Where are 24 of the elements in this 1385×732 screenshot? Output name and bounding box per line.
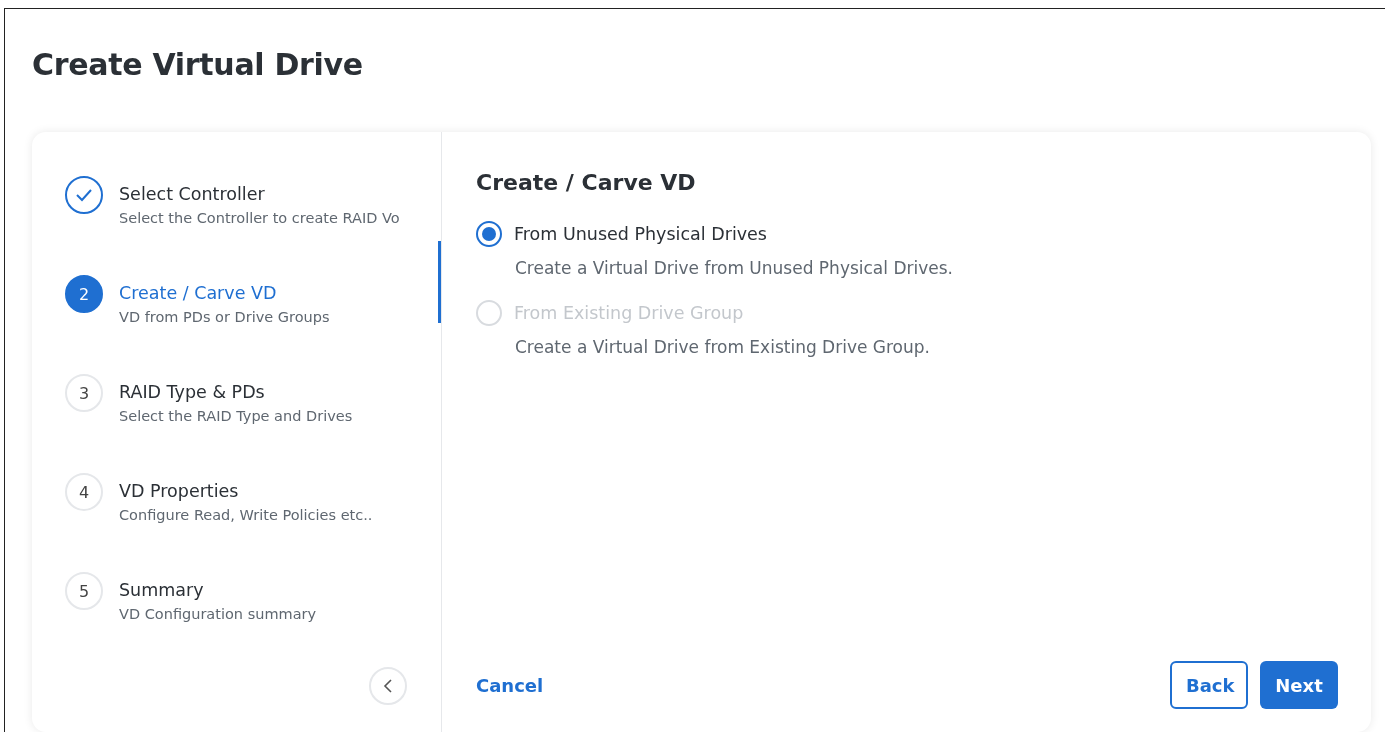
step-subtitle: VD from PDs or Drive Groups [119, 309, 330, 325]
step-number: 3 [65, 374, 103, 412]
chevron-left-icon [383, 678, 393, 694]
step-subtitle: Configure Read, Write Policies etc.. [119, 507, 373, 523]
collapse-button[interactable] [369, 667, 407, 705]
step-subtitle: VD Configuration summary [119, 606, 317, 622]
option-description: Create a Virtual Drive from Unused Physical Drives. [514, 258, 954, 278]
option-description: Create a Virtual Drive from Existing Drive Group. [514, 337, 931, 357]
page-title: Create Virtual Drive [32, 46, 364, 84]
step-subtitle: Select the RAID Type and Drives [119, 408, 353, 424]
next-button[interactable]: Next [1260, 661, 1338, 709]
cancel-link[interactable]: Cancel [476, 674, 544, 696]
step-title[interactable]: Select Controller [119, 184, 400, 204]
section-heading: Create / Carve VD [476, 170, 697, 195]
step-title[interactable]: Create / Carve VD [119, 283, 330, 303]
radio-option[interactable]: From Unused Physical Drives [476, 221, 1338, 247]
step-title[interactable]: VD Properties [119, 481, 373, 501]
step-number: 5 [65, 572, 103, 610]
step-title[interactable]: Summary [119, 580, 317, 600]
step-title[interactable]: RAID Type & PDs [119, 382, 353, 402]
step-number: 2 [65, 275, 103, 313]
step-number: 4 [65, 473, 103, 511]
step-subtitle: Select the Controller to create RAID Vo [119, 210, 400, 226]
back-button[interactable]: Back [1170, 661, 1248, 709]
